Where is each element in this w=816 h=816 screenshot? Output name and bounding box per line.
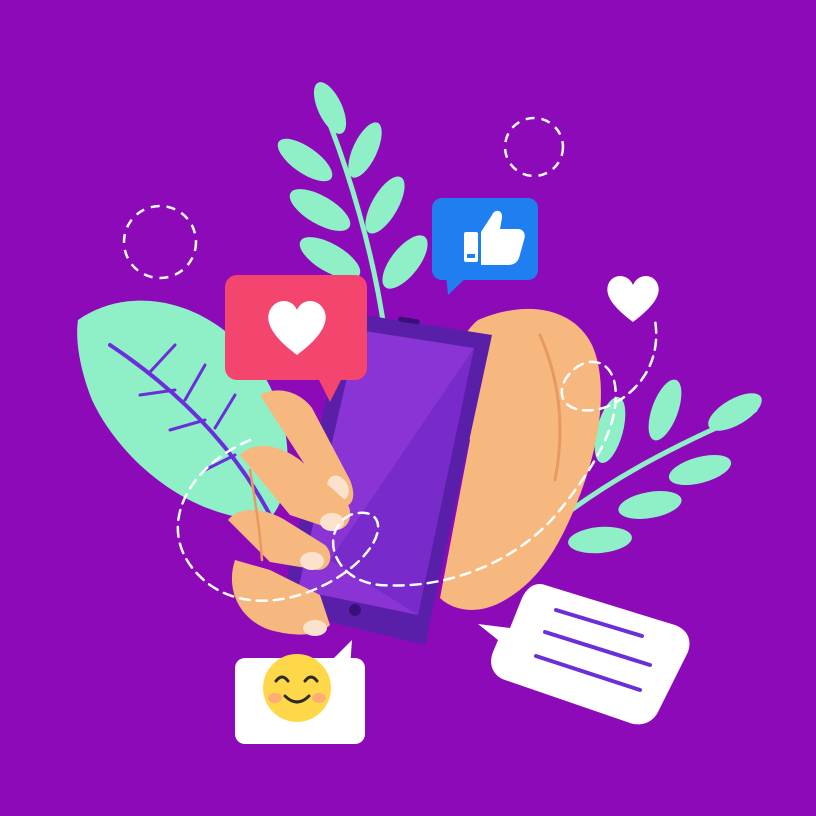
social-media-illustration: [0, 0, 816, 816]
smile-emoji-icon: [263, 654, 331, 722]
illustration-canvas: [0, 0, 816, 816]
